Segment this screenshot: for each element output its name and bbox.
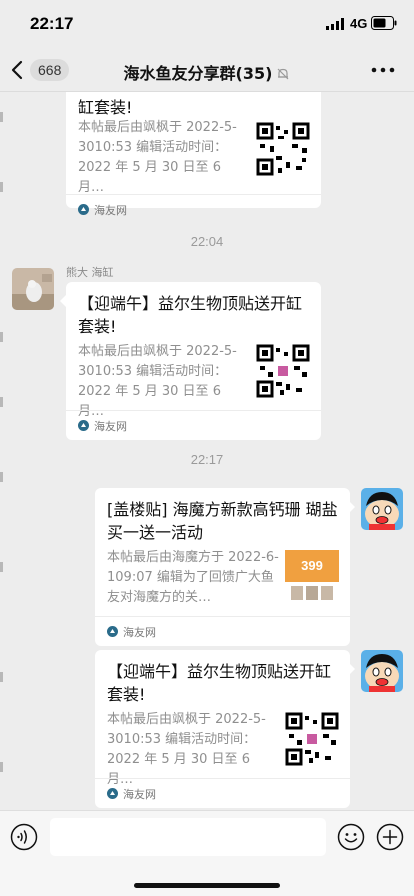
source-label: 海友网 [94, 420, 127, 433]
source-label: 海友网 [123, 626, 156, 639]
edge-marker [0, 672, 3, 682]
card-title: 【迎端午】益尔生物顶贴送开缸套装! [107, 662, 332, 704]
time-divider: 22:04 [190, 234, 224, 249]
battery-icon [371, 16, 397, 30]
source-logo-icon [107, 626, 118, 637]
avatar-photo-icon [12, 268, 54, 310]
qr-code-icon [256, 122, 310, 176]
plus-icon[interactable] [376, 823, 404, 851]
nav-bar: 668 海水鱼友分享群(35) [0, 48, 414, 92]
link-card[interactable]: 【迎端午】益尔生物顶贴送开缸套装! 本帖最后由飒枫于 2022-5-3010:5… [95, 650, 350, 808]
self-avatar[interactable] [361, 650, 403, 692]
product-price-tag: 399 [301, 558, 323, 573]
status-time: 22:17 [30, 14, 74, 33]
self-avatar[interactable] [361, 488, 403, 530]
card-description: 本帖最后由飒枫于 2022-5-3010:53 编辑活动时间：2022 年 5 … [78, 120, 237, 195]
message-input[interactable] [50, 818, 326, 856]
card-title: 【迎端午】益尔生物顶贴送开缸套装! [78, 294, 303, 336]
sender-avatar[interactable] [12, 268, 54, 310]
more-options-icon[interactable] [370, 60, 396, 80]
card-footer: 海友网 [66, 194, 321, 224]
status-bar: 22:17 4G [0, 0, 414, 48]
source-logo-icon [107, 788, 118, 799]
card-title: [盖楼贴] 海魔方新款高钙珊 瑚盐买一送一活动 [107, 500, 338, 542]
emoji-icon[interactable] [337, 823, 365, 851]
link-card[interactable]: [盖楼贴] 海魔方新款高钙珊 瑚盐买一送一活动 本帖最后由海魔方于 2022-6… [95, 488, 350, 646]
cartoon-avatar-icon [361, 650, 403, 692]
edge-marker [0, 182, 3, 192]
cartoon-avatar-icon [361, 488, 403, 530]
card-footer: 海友网 [95, 616, 350, 646]
mute-bell-icon [278, 68, 289, 80]
chat-title-text: 海水鱼友分享群(35) [123, 64, 273, 83]
chat-title: 海水鱼友分享群(35) [0, 60, 414, 84]
source-label: 海友网 [123, 788, 156, 801]
edge-marker [0, 762, 3, 772]
voice-input-icon[interactable] [10, 823, 38, 851]
chat-area[interactable]: 缸套装! 本帖最后由飒枫于 2022-5-3010:53 编辑活动时间：2022… [0, 92, 414, 810]
card-description: 本帖最后由海魔方于 2022-6-109:07 编辑为了回馈广大鱼友对海魔方的关… [107, 550, 279, 605]
qr-code-icon [285, 712, 339, 766]
sender-name: 熊大 海缸 [66, 266, 114, 279]
qr-code-icon [256, 344, 310, 398]
edge-marker [0, 397, 3, 407]
network-label: 4G [350, 16, 368, 31]
source-logo-icon [78, 420, 89, 431]
edge-marker [0, 112, 3, 122]
edge-marker [0, 562, 3, 572]
card-title: 缸套装! [78, 98, 133, 117]
card-footer: 海友网 [66, 410, 321, 440]
edge-marker [0, 332, 3, 342]
home-indicator[interactable] [134, 883, 280, 888]
source-label: 海友网 [94, 204, 127, 217]
link-card[interactable]: 缸套装! 本帖最后由飒枫于 2022-5-3010:53 编辑活动时间：2022… [66, 92, 321, 217]
source-logo-icon [78, 204, 89, 215]
edge-marker [0, 472, 3, 482]
signal-icon [326, 18, 344, 30]
time-divider: 22:17 [190, 452, 224, 467]
link-card[interactable]: 【迎端午】益尔生物顶贴送开缸套装! 本帖最后由飒枫于 2022-5-3010:5… [66, 282, 321, 440]
card-footer: 海友网 [95, 778, 350, 808]
